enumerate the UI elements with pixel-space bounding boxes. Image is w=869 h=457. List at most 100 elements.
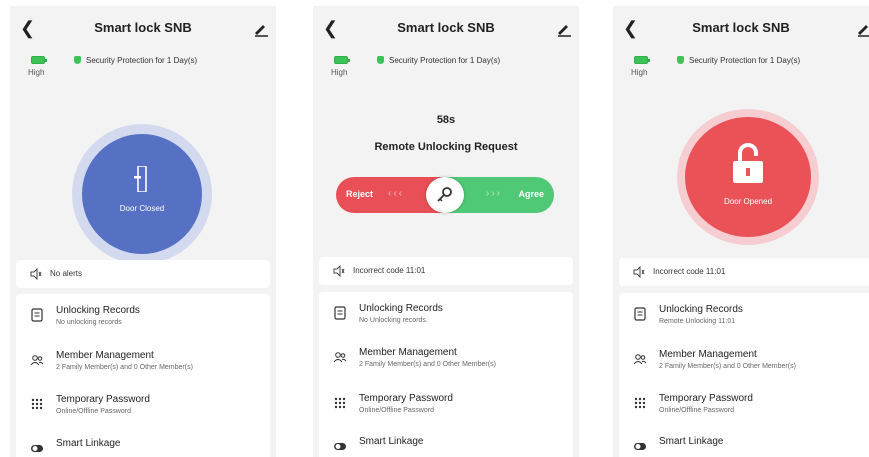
toggle-icon (634, 443, 646, 450)
battery-indicator: High (631, 56, 653, 77)
screen-remote-unlock-request: ❮ Smart lock SNB High Security Protectio… (313, 6, 579, 457)
screen-door-opened: ❮ Smart lock SNB High Security Protectio… (613, 6, 869, 457)
door-status-button[interactable]: Door Opened (685, 117, 811, 237)
records-icon (31, 308, 43, 322)
menu-list: Unlocking Records Remote Unlocking 11:01… (619, 293, 869, 457)
menu-item-label: Member Management (359, 347, 457, 358)
menu-item-sub: Online/Offline Password (359, 407, 434, 414)
shield-icon (74, 56, 81, 64)
menu-item-sub: Online/Offline Password (56, 408, 131, 415)
menu-item-unlocking-records[interactable]: Unlocking Records No unlocking records (16, 302, 270, 342)
security-status: Security Protection for 1 Day(s) (377, 56, 500, 65)
menu-item-sub: No Unlocking records. (359, 317, 428, 324)
menu-item-smart-linkage[interactable]: Smart Linkage (319, 433, 573, 457)
left-arrows-icon: ‹‹‹ (388, 188, 404, 199)
security-text: Security Protection for 1 Day(s) (86, 56, 198, 65)
toggle-icon (31, 445, 43, 452)
security-status: Security Protection for 1 Day(s) (74, 56, 197, 65)
menu-item-member-management[interactable]: Member Management 2 Family Member(s) and… (16, 347, 270, 387)
menu-item-label: Unlocking Records (659, 304, 743, 315)
alert-row[interactable]: No alerts (16, 260, 270, 288)
unlocked-padlock-icon (733, 143, 763, 183)
menu-item-member-management[interactable]: Member Management 2 Family Member(s) and… (619, 346, 869, 386)
menu-item-label: Unlocking Records (56, 305, 140, 316)
menu-item-sub: 2 Family Member(s) and 0 Other Member(s) (659, 363, 796, 370)
battery-icon (634, 56, 650, 64)
battery-indicator: High (28, 56, 50, 77)
menu-item-smart-linkage[interactable]: Smart Linkage (619, 433, 869, 457)
edit-icon[interactable] (855, 20, 869, 38)
menu-item-unlocking-records[interactable]: Unlocking Records No Unlocking records. (319, 300, 573, 340)
shield-icon (377, 56, 384, 64)
menu-item-sub: Online/Offline Password (659, 407, 734, 414)
screen-door-closed: ❮ Smart lock SNB High Security Protectio… (10, 6, 276, 457)
members-icon (633, 354, 647, 365)
battery-level: High (28, 68, 45, 77)
menu-item-sub: 2 Family Member(s) and 0 Other Member(s) (56, 364, 193, 371)
page-title: Smart lock SNB (397, 20, 495, 35)
battery-level: High (631, 68, 648, 77)
records-icon (334, 306, 346, 320)
shield-icon (677, 56, 684, 64)
records-icon (634, 307, 646, 321)
keypad-icon (634, 397, 646, 409)
menu-item-sub: Remote Unlocking 11:01 (659, 318, 736, 325)
battery-indicator: High (331, 56, 353, 77)
keypad-icon (31, 398, 43, 410)
menu-list: Unlocking Records No Unlocking records. … (319, 292, 573, 457)
header: ❮ Smart lock SNB (10, 6, 276, 50)
alert-row[interactable]: Incorrect code 11:01 (619, 258, 869, 286)
door-status-text: Door Closed (119, 204, 165, 213)
door-closed-icon (134, 166, 147, 192)
menu-item-unlocking-records[interactable]: Unlocking Records Remote Unlocking 11:01 (619, 301, 869, 341)
menu-item-temporary-password[interactable]: Temporary Password Online/Offline Passwo… (16, 391, 270, 431)
alert-text: Incorrect code 11:01 (353, 266, 426, 275)
menu-item-label: Temporary Password (56, 394, 150, 405)
slider-knob[interactable] (426, 177, 464, 213)
security-text: Security Protection for 1 Day(s) (389, 56, 501, 65)
speaker-icon (333, 265, 345, 277)
page-title: Smart lock SNB (94, 20, 192, 35)
menu-item-label: Member Management (659, 349, 757, 360)
page-title: Smart lock SNB (692, 20, 790, 35)
toggle-icon (334, 443, 346, 450)
right-arrows-icon: ››› (486, 188, 502, 199)
battery-icon (334, 56, 350, 64)
battery-icon (31, 56, 47, 64)
header: ❮ Smart lock SNB (613, 6, 869, 50)
security-text: Security Protection for 1 Day(s) (689, 56, 801, 65)
request-title: Remote Unlocking Request (374, 141, 518, 153)
members-icon (333, 352, 347, 363)
edit-icon[interactable] (555, 20, 573, 38)
alert-text: Incorrect code 11:01 (653, 267, 726, 276)
reject-label: Reject (346, 189, 374, 199)
menu-item-label: Member Management (56, 350, 154, 361)
agree-label: Agree (518, 189, 544, 199)
door-status-button[interactable]: Door Closed (82, 134, 202, 254)
menu-item-label: Temporary Password (359, 393, 453, 404)
menu-item-label: Smart Linkage (659, 436, 724, 447)
key-icon (437, 187, 452, 202)
keypad-icon (334, 397, 346, 409)
menu-item-label: Unlocking Records (359, 303, 443, 314)
speaker-icon (30, 268, 42, 280)
menu-item-sub: 2 Family Member(s) and 0 Other Member(s) (359, 361, 496, 368)
menu-item-temporary-password[interactable]: Temporary Password Online/Offline Passwo… (319, 390, 573, 430)
menu-item-temporary-password[interactable]: Temporary Password Online/Offline Passwo… (619, 390, 869, 430)
members-icon (30, 355, 44, 366)
menu-item-label: Smart Linkage (359, 436, 424, 447)
edit-icon[interactable] (252, 20, 270, 38)
menu-item-label: Temporary Password (659, 393, 753, 404)
security-status: Security Protection for 1 Day(s) (677, 56, 800, 65)
header: ❮ Smart lock SNB (313, 6, 579, 50)
menu-item-label: Smart Linkage (56, 438, 121, 449)
alert-row[interactable]: Incorrect code 11:01 (319, 257, 573, 285)
menu-item-member-management[interactable]: Member Management 2 Family Member(s) and… (319, 344, 573, 384)
alert-text: No alerts (50, 269, 83, 278)
menu-item-sub: No unlocking records (56, 319, 122, 326)
speaker-icon (633, 266, 645, 278)
battery-level: High (331, 68, 348, 77)
menu-item-smart-linkage[interactable]: Smart Linkage (16, 435, 270, 457)
door-status-text: Door Opened (723, 197, 773, 206)
countdown-timer: 58s (436, 114, 456, 126)
